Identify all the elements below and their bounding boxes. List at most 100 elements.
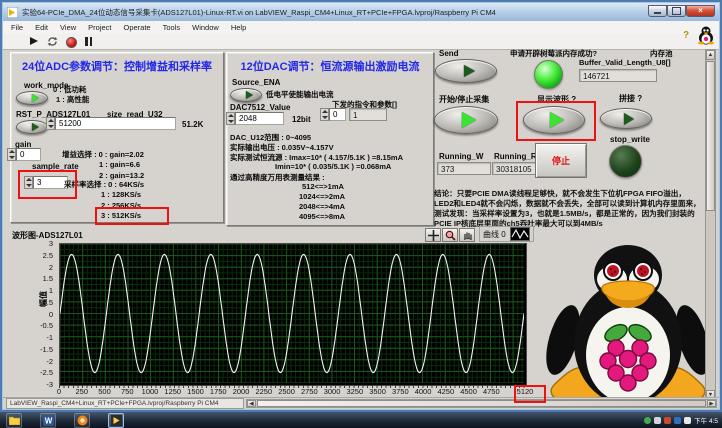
cmd-index-value[interactable]: 0 xyxy=(329,108,346,121)
gain-control[interactable]: 0 xyxy=(7,148,41,161)
source-ena-toggle[interactable] xyxy=(230,88,262,102)
scroll-right-button[interactable]: ▶ xyxy=(707,400,716,407)
close-button[interactable]: × xyxy=(686,4,715,17)
gain-opts-0: 增益选择 : 0 : gain=2.02 xyxy=(62,150,144,159)
vertical-scroll-thumb[interactable] xyxy=(706,61,715,211)
dac-map1: 512<=>1mA xyxy=(302,182,344,191)
run-continuous-button[interactable] xyxy=(47,36,58,47)
magnifier-icon xyxy=(445,230,456,241)
spinner[interactable] xyxy=(320,108,329,121)
graph-zoom-tool-button[interactable] xyxy=(442,228,458,242)
legend-plot-name: 曲线 0 xyxy=(483,229,506,239)
buffer-value: 146721 xyxy=(579,69,657,82)
hand-icon xyxy=(463,232,472,240)
horizontal-scroll-thumb[interactable] xyxy=(257,400,706,407)
menu-file[interactable]: File xyxy=(11,23,23,32)
abort-button[interactable] xyxy=(65,36,77,48)
tray-gray-icon[interactable] xyxy=(654,416,662,424)
sample-rate-control[interactable]: 3 xyxy=(24,176,68,189)
y-tick-label: 3 xyxy=(48,239,53,248)
graph-pan-tool-button[interactable] xyxy=(459,228,475,242)
run-button[interactable] xyxy=(29,36,40,47)
adc-panel-title: 24位ADC参数调节：控制增益和采样率 xyxy=(21,61,213,73)
menu-operate[interactable]: Operate xyxy=(124,23,151,32)
legend-line-sample-icon xyxy=(509,227,530,241)
menu-help[interactable]: Help xyxy=(231,23,246,32)
taskbar-orange-app-icon[interactable] xyxy=(74,412,90,428)
y-tick-label: -1.5 xyxy=(40,344,53,354)
gain-opts-1: 1 : gain=6.6 xyxy=(99,160,141,169)
dac-map3: 2048<=>4mA xyxy=(299,202,346,211)
spinner[interactable] xyxy=(226,112,235,125)
labview-window: 实验64-PCIe_DMA_24位动态信号采集卡(ADS127L01)-Linu… xyxy=(0,0,722,412)
menu-project[interactable]: Project xyxy=(88,23,111,32)
tray-blue-icon[interactable] xyxy=(674,416,682,424)
scroll-up-button[interactable]: ▲ xyxy=(706,50,715,60)
maximize-button[interactable] xyxy=(667,4,686,17)
running-w-label: Running_W xyxy=(439,152,484,161)
show-wave-toggle[interactable] xyxy=(523,106,585,134)
minimize-icon xyxy=(654,11,661,14)
dac-value-control[interactable]: 2048 xyxy=(226,112,284,125)
size-read-control[interactable]: 51200 xyxy=(46,117,176,130)
sample-opts-2: 2 : 256KS/s xyxy=(101,201,142,210)
y-tick-label: -2 xyxy=(46,356,53,366)
work-mode-toggle[interactable] xyxy=(16,91,48,105)
taskbar-explorer-icon[interactable] xyxy=(6,412,22,428)
windows-taskbar: W 下午 4:5 xyxy=(0,412,722,428)
send-toggle[interactable] xyxy=(435,59,497,83)
screen: 实验64-PCIe_DMA_24位动态信号采集卡(ADS127L01)-Linu… xyxy=(0,0,722,428)
target-context-text: LabVIEW_Raspi_CM4+Linux_RT+PCIe+FPGA.lvp… xyxy=(6,398,244,409)
graph-cursor-tool-button[interactable] xyxy=(425,228,441,242)
toggle-arrow-icon xyxy=(463,65,475,77)
tray-white-icon[interactable] xyxy=(684,416,692,424)
vertical-scrollbar[interactable]: ▲ ▼ xyxy=(705,49,716,401)
y-tick-label: -2.5 xyxy=(40,368,53,378)
toggle-arrow-icon xyxy=(31,123,39,131)
pause-button[interactable] xyxy=(83,36,94,47)
plot-legend[interactable]: 曲线 0 xyxy=(479,226,534,242)
scroll-left-button[interactable]: ◀ xyxy=(247,400,256,407)
dac-panel-title: 12位DAC调节：恒流源输出激励电流 xyxy=(240,61,420,73)
title-bar[interactable]: 实验64-PCIe_DMA_24位动态信号采集卡(ADS127L01)-Linu… xyxy=(3,3,719,21)
target-penguin-icon xyxy=(698,26,714,45)
y-axis-ticks: -3 -2.5 -2 -1.5 -1 -0.5 0 0.5 1 1.5 2 2.5 3 xyxy=(16,239,56,389)
splice-toggle[interactable] xyxy=(600,108,652,129)
y-tick-label: -1 xyxy=(46,333,53,342)
taskbar-clock[interactable]: 下午 4:5 xyxy=(694,415,718,425)
tray-red-icon[interactable] xyxy=(664,416,672,424)
taskbar-labview-icon[interactable] xyxy=(108,412,124,428)
running-w-value: 373 xyxy=(437,162,491,175)
stop-write-label: stop_write xyxy=(610,135,651,144)
menu-window[interactable]: Window xyxy=(192,23,219,32)
sample-opts-1: 1 : 128KS/s xyxy=(101,190,142,199)
menu-view[interactable]: View xyxy=(60,23,76,32)
waveform-graph-plot-area xyxy=(59,243,527,386)
size-read-value[interactable]: 51200 xyxy=(55,117,176,130)
taskbar-word-icon[interactable]: W xyxy=(40,412,56,428)
dac-value-label: DAC7512_Value xyxy=(230,103,291,112)
cmd-element-value[interactable]: 1 xyxy=(349,108,387,121)
start-stop-toggle[interactable] xyxy=(434,106,498,134)
horizontal-scrollbar[interactable]: ◀ ▶ xyxy=(246,399,717,408)
menu-tools[interactable]: Tools xyxy=(163,23,181,32)
gain-value[interactable]: 0 xyxy=(16,148,41,161)
toggle-arrow-icon xyxy=(462,112,476,128)
rst-toggle[interactable] xyxy=(16,120,48,134)
spinner[interactable] xyxy=(46,117,55,130)
dac-value[interactable]: 2048 xyxy=(235,112,284,125)
spinner[interactable] xyxy=(24,176,33,189)
stop-button[interactable]: 停止 xyxy=(535,143,587,178)
minimize-button[interactable] xyxy=(648,4,667,17)
cmd-index-control[interactable]: 0 xyxy=(320,108,346,121)
context-help-icon[interactable]: ? xyxy=(683,30,689,41)
sample-rate-value[interactable]: 3 xyxy=(33,176,68,189)
labview-app-icon xyxy=(7,6,18,18)
maximize-icon xyxy=(672,6,681,15)
tray-green-icon[interactable] xyxy=(644,416,652,424)
show-wave-label: 显示波形 ? xyxy=(537,95,577,104)
menu-edit[interactable]: Edit xyxy=(35,23,48,32)
sample-opts-0: 采样率选择 : 0 : 64KS/s xyxy=(64,180,145,189)
spinner[interactable] xyxy=(7,148,16,161)
svg-text:W: W xyxy=(44,416,52,425)
